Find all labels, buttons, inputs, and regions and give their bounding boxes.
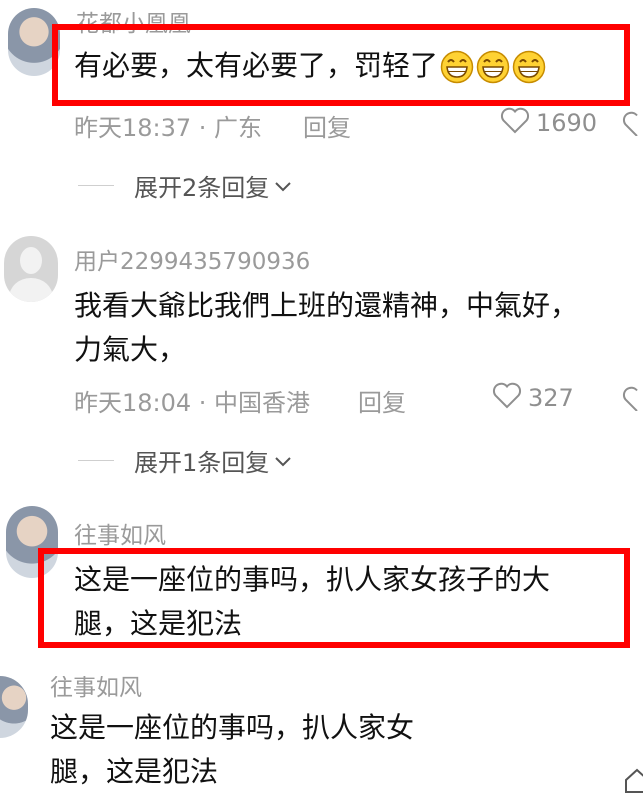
- comment-content-line: 力氣大，: [74, 333, 187, 366]
- comment-content: 有必要，太有必要了，罚轻了: [74, 42, 546, 90]
- comment-content-line: 这是一座位的事吗，扒人家女孩子的大: [74, 563, 551, 596]
- comment-content-line: 腿，这是犯法: [74, 607, 243, 640]
- avatar[interactable]: [0, 676, 28, 738]
- divider-dash: [78, 460, 114, 461]
- reply-button[interactable]: 回复: [358, 383, 406, 418]
- username[interactable]: 用户2299435790936: [74, 242, 310, 276]
- grin-emoji-icon: [476, 50, 510, 84]
- heart-icon: [500, 106, 530, 140]
- avatar[interactable]: [4, 236, 58, 302]
- like-count: 1690: [536, 109, 598, 137]
- like-count: 327: [528, 384, 574, 412]
- divider-dash: [78, 185, 114, 186]
- comment-content-line: 腿，这是犯法: [50, 755, 219, 788]
- username[interactable]: 往事如风: [50, 676, 142, 702]
- comment-time-location: 昨天18:04 · 中国香港: [74, 389, 311, 417]
- grin-emoji-icon: [512, 50, 546, 84]
- heart-icon: [492, 381, 522, 415]
- expand-replies-label: 展开2条回复: [134, 174, 270, 202]
- share-icon[interactable]: [622, 766, 643, 796]
- comment-content-line: 我看大爺比我們上班的還精神，中氣好，: [74, 289, 579, 322]
- expand-replies-button[interactable]: 展开2条回复: [78, 168, 293, 203]
- expand-replies-label: 展开1条回复: [134, 449, 270, 477]
- expand-replies-button[interactable]: 展开1条回复: [78, 443, 293, 478]
- comment-time-location: 昨天18:37 · 广东: [74, 114, 263, 142]
- chevron-down-icon: [273, 447, 293, 475]
- dislike-icon[interactable]: [622, 110, 643, 136]
- username[interactable]: 往事如风: [74, 516, 166, 550]
- comment-text: 有必要，太有必要了，罚轻了: [74, 49, 439, 82]
- reply-button[interactable]: 回复: [303, 108, 351, 143]
- like-button[interactable]: 1690: [500, 106, 597, 140]
- dislike-icon[interactable]: [622, 385, 643, 411]
- like-button[interactable]: 327: [492, 381, 574, 415]
- chevron-down-icon: [273, 172, 293, 200]
- grin-emoji-icon: [440, 50, 474, 84]
- comment-content-line: 这是一座位的事吗，扒人家女: [50, 711, 415, 744]
